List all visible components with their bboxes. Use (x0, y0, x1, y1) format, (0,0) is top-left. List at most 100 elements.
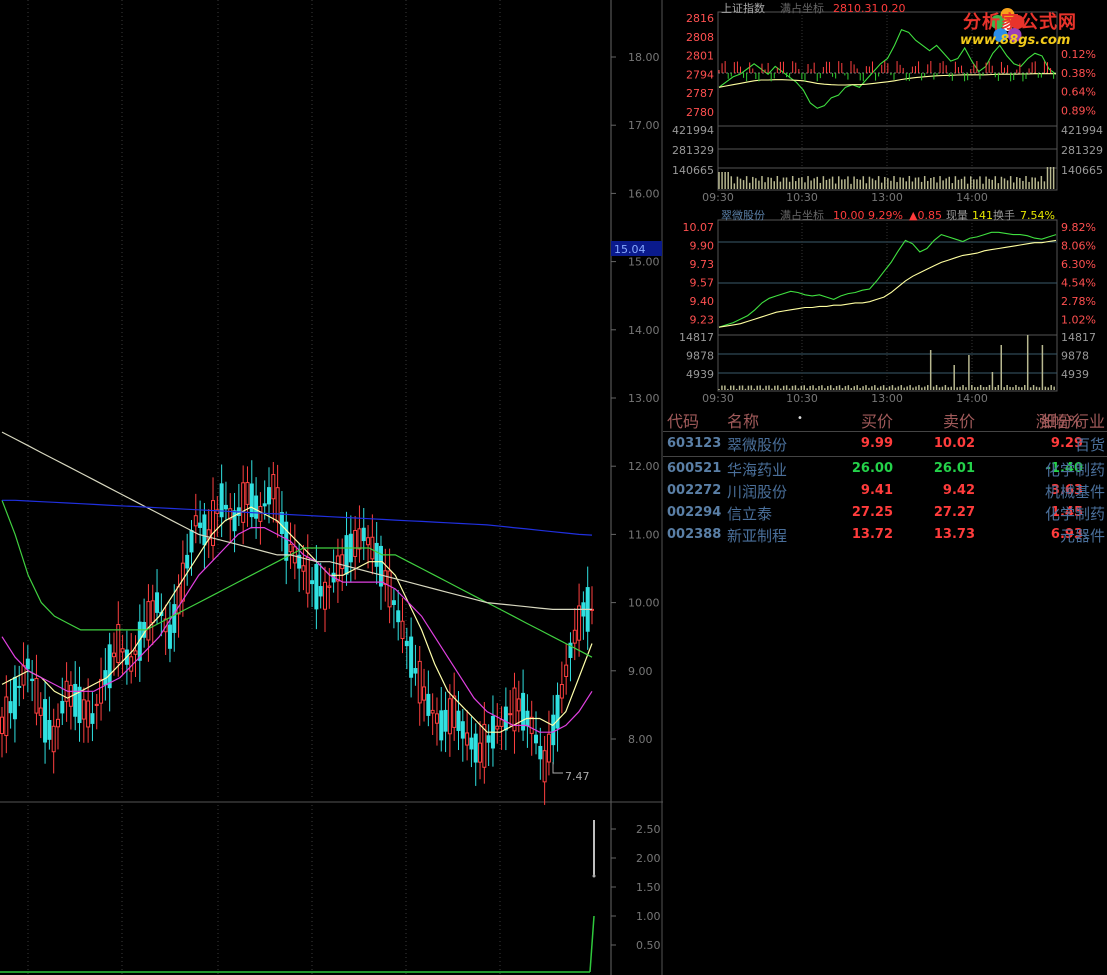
candle-body (25, 658, 30, 670)
stock-left-axis: 10.07 9.90 9.73 9.57 9.40 9.23 (683, 221, 715, 327)
row-sell: 10.02 (933, 436, 975, 451)
candle-body (391, 600, 396, 605)
candle-body (529, 716, 534, 734)
candle-body (12, 676, 17, 720)
y-tick-label: 16.00 (628, 187, 660, 200)
time-tick-label: 13:00 (871, 191, 903, 204)
candle-body (51, 725, 56, 753)
stock-right-tick: 9.82% (1061, 221, 1096, 234)
table-header: 代码 名称 • 买价 卖价 涨幅% 细分行业 (663, 407, 1107, 432)
stock-volume-tick-right: 9878 (1061, 350, 1089, 363)
candle-body (542, 750, 547, 783)
candle-body (0, 716, 4, 735)
stock-volume-tick-right: 4939 (1061, 368, 1089, 381)
candle-body (47, 719, 52, 740)
stock-right-tick: 2.78% (1061, 295, 1096, 308)
index-volume-tick: 421994 (672, 124, 714, 137)
stock-volume-tick-right: 14817 (1061, 331, 1096, 344)
header-name[interactable]: 名称 (727, 408, 759, 432)
candle-body (81, 699, 86, 720)
candle-body (258, 505, 263, 522)
time-tick-label: 09:30 (702, 392, 734, 405)
candle-body (413, 668, 418, 674)
main-kline-chart[interactable]: 18.00 17.00 16.00 15.00 14.00 13.00 12.00 11.00… (0, 0, 663, 975)
candle-body (60, 700, 65, 714)
candle-body (17, 685, 22, 688)
stock-title: 翠微股份 (721, 208, 765, 222)
index-left-tick: 2801 (686, 50, 714, 63)
candle-body (267, 487, 272, 505)
candle-body (422, 686, 427, 701)
candle-body (469, 737, 474, 750)
table-row[interactable]: 002272 川润股份 9.41 9.42 3.63 机械基件 (663, 479, 1107, 501)
candle-body (94, 703, 99, 706)
stock-list-table: 代码 名称 • 买价 卖价 涨幅% 细分行业 603123 翠微股份 9.99 … (663, 407, 1107, 545)
header-sell[interactable]: 卖价 (897, 408, 975, 432)
indicator-tick-label: 1.50 (636, 881, 661, 894)
stock-price: 10.00 (833, 209, 865, 222)
candle-body (555, 694, 560, 729)
y-tick-label: 8.00 (628, 733, 653, 746)
table-row[interactable]: 600521 华海药业 26.00 26.01 -1.40 化学制药 (663, 457, 1107, 479)
candle-body (301, 565, 306, 572)
indicator-tick-label: 1.00 (636, 910, 661, 923)
candle-body (577, 605, 582, 641)
index-time-axis: 09:30 10:30 13:00 14:00 (702, 191, 988, 204)
index-volume-tick-right: 421994 (1061, 124, 1103, 137)
candle-body (4, 696, 9, 737)
index-title: 上证指数 (721, 1, 765, 15)
candle-body (486, 735, 491, 743)
header-industry[interactable]: 细分行业 (993, 408, 1105, 432)
candle-body (378, 545, 383, 587)
candle-body (409, 636, 414, 678)
low-price-label: 7.47 (565, 770, 590, 783)
table-row[interactable]: 002294 信立泰 27.25 27.27 1.45 化学制药 (663, 501, 1107, 523)
table-row[interactable]: 603123 翠微股份 9.99 10.02 9.29 百货 (663, 432, 1107, 454)
index-volume-tick: 281329 (672, 144, 714, 157)
row-industry: 化学制药 (1044, 461, 1105, 479)
index-left-axis: 2816 2808 2801 2794 2787 2780 (686, 12, 714, 119)
candle-body (202, 514, 207, 546)
candle-body (322, 581, 327, 610)
time-tick-label: 10:30 (786, 191, 818, 204)
candle-body (478, 742, 483, 763)
stock-vol: 141 (972, 209, 993, 222)
candle-body (193, 515, 198, 527)
stock-intraday-panel[interactable]: 翠微股份 满占坐标 10.00 9.29% ▲0.85 现量 141 换手 7.… (663, 205, 1107, 405)
row-code: 002272 (667, 483, 722, 498)
candle-body (38, 707, 43, 716)
candle-body (460, 721, 465, 739)
candle-body (314, 563, 319, 610)
index-right-tick: 0.38% (1061, 67, 1096, 80)
time-tick-label: 14:00 (956, 392, 988, 405)
header-code[interactable]: 代码 (667, 408, 699, 432)
index-left-tick: 2808 (686, 31, 714, 44)
header-buy[interactable]: 买价 (813, 408, 893, 432)
indicator-tick-label: 2.50 (636, 823, 661, 836)
y-tick-label: 13.00 (628, 392, 660, 405)
candle-body (340, 554, 345, 570)
candle-body (327, 585, 332, 588)
y-tick-label: 15.00 (628, 256, 660, 269)
index-right-tick: 0.89% (1061, 104, 1096, 117)
indicator-tick-label: 2.00 (636, 852, 661, 865)
stock-right-tick: 1.02% (1061, 314, 1096, 327)
stock-right-axis: 9.82% 8.06% 6.30% 4.54% 2.78% 1.02% (1061, 221, 1096, 327)
row-industry: 化学制药 (1044, 505, 1105, 523)
candle-body (129, 656, 134, 672)
candle-body (310, 580, 315, 585)
candle-body (443, 709, 448, 732)
candle-body (172, 604, 177, 633)
stock-time-axis: 09:30 10:30 13:00 14:00 (702, 392, 988, 405)
candle-body (86, 700, 91, 728)
main-y-axis: 18.00 17.00 16.00 15.00 14.00 13.00 12.00 11.00… (611, 51, 660, 746)
stock-change-pct: 9.29% (868, 209, 903, 222)
candle-body (189, 530, 194, 553)
candle-body (417, 660, 422, 704)
table-row[interactable]: 002388 新亚制程 13.72 13.73 6.93 元器件 (663, 523, 1107, 545)
candle-body (90, 713, 95, 724)
candle-body (572, 629, 577, 644)
candle-body (30, 678, 35, 682)
stock-left-tick: 10.07 (683, 221, 715, 234)
row-code: 002294 (667, 505, 722, 520)
